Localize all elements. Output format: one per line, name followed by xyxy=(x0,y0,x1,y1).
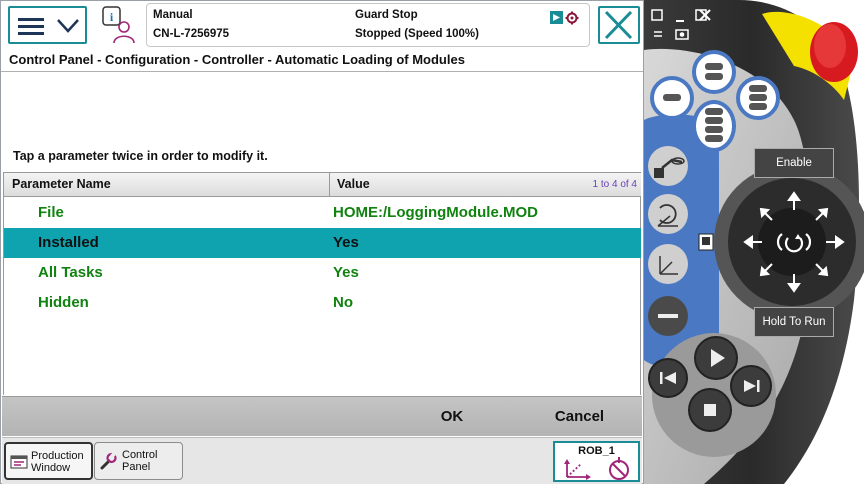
step-forward-icon xyxy=(744,380,760,392)
table-row[interactable]: Hidden No xyxy=(4,288,641,318)
control-panel-task[interactable]: Control Panel xyxy=(94,442,183,480)
programmable-key-3[interactable] xyxy=(736,76,780,120)
stop-icon xyxy=(704,404,716,416)
quickset-robot-button[interactable]: ROB_1 xyxy=(553,441,640,482)
restore-icon xyxy=(651,9,663,21)
teach-pendant-device: Enable Hold To Run xyxy=(644,0,864,484)
parameter-name: All Tasks xyxy=(38,264,103,281)
table-row[interactable]: All Tasks Yes xyxy=(4,258,641,288)
speed-state: Stopped (Speed 100%) xyxy=(355,28,479,40)
wrench-icon xyxy=(100,452,117,470)
no-entry-icon xyxy=(609,457,629,480)
close-button[interactable] xyxy=(598,6,640,44)
programmable-key-2[interactable] xyxy=(692,50,736,94)
column-header-name[interactable]: Parameter Name xyxy=(12,177,111,191)
production-window-task[interactable]: Production Window xyxy=(4,442,93,480)
joystick-arrows-icon[interactable] xyxy=(734,182,854,302)
parameter-value: HOME:/LoggingModule.MOD xyxy=(333,204,538,221)
parameter-name: File xyxy=(38,204,64,221)
column-divider xyxy=(329,173,330,197)
jog-axes-icon xyxy=(564,459,591,480)
table-header: Parameter Name Value 1 to 4 of 4 xyxy=(4,173,641,197)
cancel-button[interactable]: Cancel xyxy=(532,397,627,437)
select-mechanical-unit-key[interactable] xyxy=(648,146,688,186)
task-label: Window xyxy=(31,462,71,474)
robot-arm-icon xyxy=(654,157,685,178)
instruction-text: Tap a parameter twice in order to modify… xyxy=(13,149,268,163)
breadcrumb: Control Panel - Configuration - Controll… xyxy=(9,52,465,67)
close-icon xyxy=(604,10,633,40)
play-icon xyxy=(711,349,725,367)
taskbar: Production Window Control Panel ROB_1 xyxy=(2,437,642,484)
hold-to-run-button[interactable]: Hold To Run xyxy=(754,307,834,337)
stop-state: Guard Stop xyxy=(355,9,418,21)
event-log-button[interactable]: i xyxy=(97,5,141,45)
controller-id: CN-L-7256975 xyxy=(153,28,230,40)
dash-icon xyxy=(705,108,723,142)
window-control-icons xyxy=(651,9,711,40)
table-row[interactable]: File HOME:/LoggingModule.MOD xyxy=(4,198,641,228)
parameter-name: Installed xyxy=(38,234,99,251)
window-controls xyxy=(648,6,768,46)
status-bar[interactable]: Manual CN-L-7256975 Guard Stop Stopped (… xyxy=(146,3,590,47)
toggle-increment-key[interactable] xyxy=(648,244,688,284)
lock-icon xyxy=(698,233,714,251)
parameter-value: No xyxy=(333,294,353,311)
flexpendant-screen: i Manual CN-L-7256975 Guard Stop Stopped… xyxy=(0,0,644,484)
parameter-value: Yes xyxy=(333,264,359,281)
dash-icon xyxy=(658,314,678,318)
parameter-value: Yes xyxy=(333,234,359,251)
production-window-icon xyxy=(10,455,28,469)
robot-unit-label: ROB_1 xyxy=(578,445,615,457)
operating-mode: Manual xyxy=(153,9,193,21)
step-back-button[interactable] xyxy=(648,358,688,398)
main-menu-button[interactable] xyxy=(8,6,87,44)
step-forward-button[interactable] xyxy=(730,365,772,407)
dash-icon xyxy=(705,63,723,80)
row-range-indicator: 1 to 4 of 4 xyxy=(592,179,637,190)
step-back-icon xyxy=(660,372,676,384)
task-label: Production xyxy=(31,450,84,462)
more-options-key[interactable] xyxy=(648,296,688,336)
dash-icon xyxy=(749,85,767,110)
stop-button[interactable] xyxy=(688,388,732,432)
task-label: Control xyxy=(122,449,158,461)
axes-icon xyxy=(659,256,678,275)
program-status-icon xyxy=(550,11,579,25)
top-bar: i Manual CN-L-7256975 Guard Stop Stopped… xyxy=(1,1,643,49)
programmable-key-4[interactable] xyxy=(692,100,736,152)
table-row-selected[interactable]: Installed Yes xyxy=(4,228,641,258)
action-bar: OK Cancel xyxy=(2,396,642,436)
chevron-down-icon xyxy=(57,19,79,33)
reorient-icon xyxy=(657,204,678,227)
programmable-key-1[interactable] xyxy=(650,76,694,120)
toggle-motion-mode-key[interactable] xyxy=(648,194,688,234)
menu-icon xyxy=(18,18,44,35)
column-header-value[interactable]: Value xyxy=(337,177,370,191)
parameter-name: Hidden xyxy=(38,294,89,311)
dash-icon xyxy=(663,94,681,101)
task-label: Panel xyxy=(122,461,151,473)
divider xyxy=(1,71,643,72)
info-user-icon: i xyxy=(102,6,135,44)
enable-button[interactable]: Enable xyxy=(754,148,834,178)
swap-icon xyxy=(654,31,662,37)
ok-button[interactable]: OK xyxy=(412,397,492,437)
